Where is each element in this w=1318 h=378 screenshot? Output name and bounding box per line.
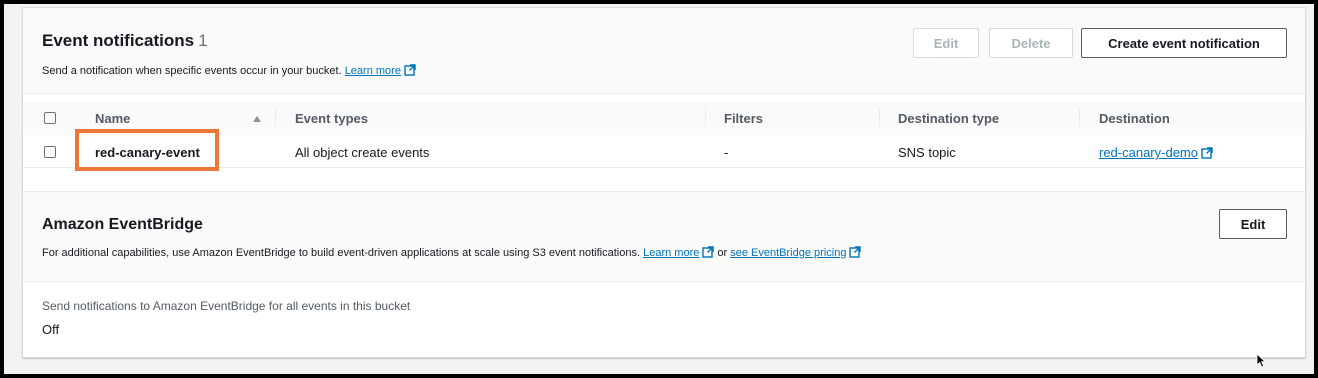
- or-text: or: [717, 247, 728, 259]
- create-event-notification-button[interactable]: Create event notification: [1081, 28, 1287, 58]
- column-event-types[interactable]: Event types: [295, 111, 368, 126]
- highlight-annotation: [75, 129, 219, 171]
- section-title-text: Event notifications: [42, 31, 195, 50]
- column-destination[interactable]: Destination: [1099, 111, 1170, 126]
- mouse-cursor-icon: [1256, 353, 1266, 368]
- section-description: Send a notification when specific events…: [42, 64, 416, 77]
- column-divider: [275, 109, 276, 127]
- eventbridge-description-text: For additional capabilities, use Amazon …: [42, 247, 641, 259]
- eventbridge-title: Amazon EventBridge: [42, 216, 203, 233]
- edit-button[interactable]: Edit: [913, 28, 979, 58]
- learn-more-link[interactable]: Learn more: [345, 65, 401, 77]
- eventbridge-pricing-link[interactable]: see EventBridge pricing: [730, 247, 846, 259]
- external-link-icon: [1201, 147, 1213, 159]
- column-divider: [879, 109, 880, 127]
- row-destination-type: SNS topic: [898, 145, 956, 160]
- destination-link[interactable]: red-canary-demo: [1099, 145, 1198, 160]
- app-frame: Event notifications 1 Send a notification…: [4, 4, 1314, 374]
- external-link-icon: [404, 64, 416, 76]
- column-filters[interactable]: Filters: [724, 111, 763, 126]
- section-title: Event notifications 1: [42, 31, 208, 51]
- column-name[interactable]: Name: [95, 111, 130, 126]
- eventbridge-setting-label: Send notifications to Amazon EventBridge…: [42, 299, 411, 313]
- learn-more-text: Learn more: [344, 65, 401, 77]
- sort-ascending-icon[interactable]: [252, 115, 262, 123]
- eventbridge-header: Amazon EventBridge For additional capabi…: [23, 191, 1305, 282]
- row-event-types: All object create events: [295, 145, 430, 160]
- description-text: Send a notification when specific events…: [42, 65, 342, 77]
- eventbridge-setting-value: Off: [42, 322, 60, 337]
- external-link-icon: [702, 246, 715, 258]
- row-filters: -: [724, 145, 729, 160]
- event-notifications-panel: Event notifications 1 Send a notification…: [22, 7, 1306, 358]
- eventbridge-description: For additional capabilities, use Amazon …: [42, 246, 862, 259]
- select-all-checkbox[interactable]: [44, 112, 56, 124]
- event-notifications-header: Event notifications 1 Send a notification…: [23, 8, 1305, 94]
- external-link-icon: [849, 246, 862, 258]
- row-destination: red-canary-demo: [1099, 145, 1213, 160]
- row-checkbox[interactable]: [44, 146, 56, 158]
- notification-count: 1: [198, 31, 208, 50]
- delete-button[interactable]: Delete: [989, 28, 1073, 58]
- eventbridge-edit-button[interactable]: Edit: [1219, 209, 1287, 239]
- eventbridge-learn-more-link[interactable]: Learn more: [643, 247, 699, 259]
- column-destination-type[interactable]: Destination type: [898, 111, 999, 126]
- column-divider: [705, 109, 706, 127]
- column-divider: [1079, 109, 1080, 127]
